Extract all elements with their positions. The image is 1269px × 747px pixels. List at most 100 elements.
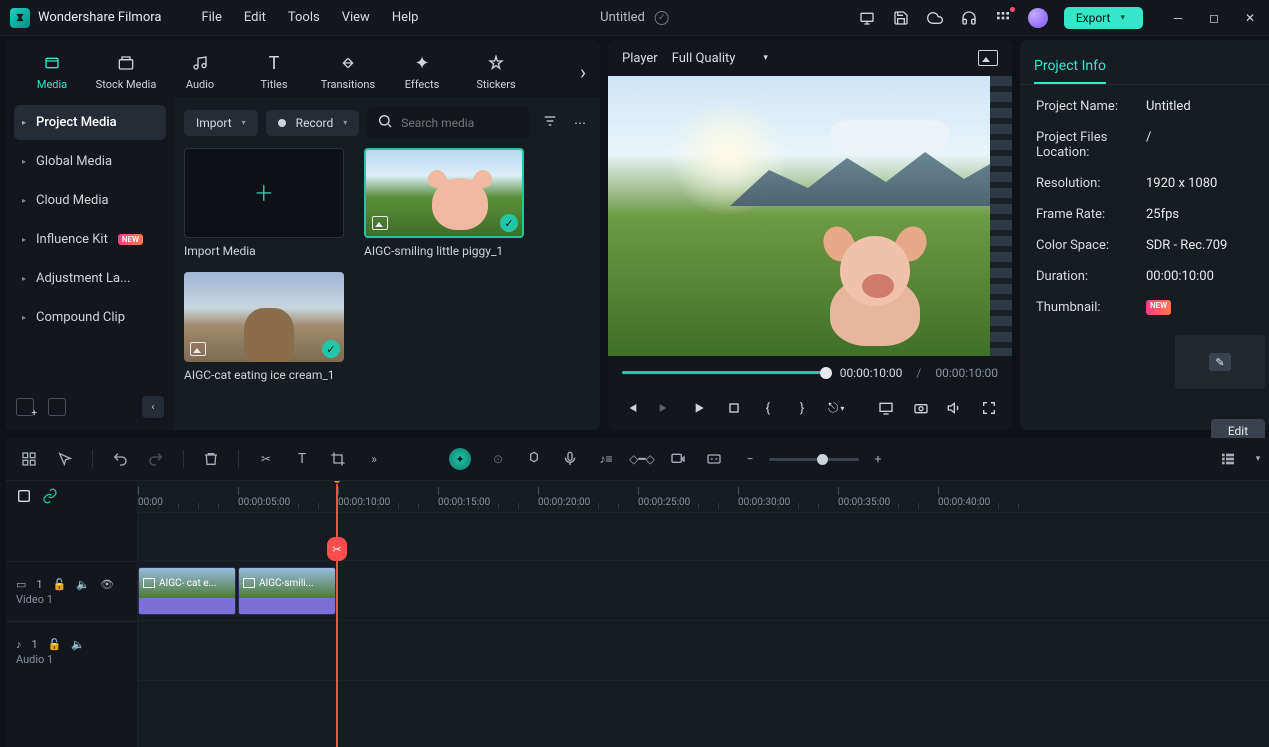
snapshot-icon[interactable] — [978, 50, 998, 66]
prev-frame-button[interactable] — [622, 398, 640, 418]
keyframe-icon[interactable]: ◇━◇ — [633, 450, 651, 468]
tab-stock-media[interactable]: Stock Media — [90, 46, 162, 97]
mark-out-button[interactable]: } — [793, 398, 811, 418]
redo-button[interactable] — [147, 450, 165, 468]
track-options-icon[interactable]: ▾ — [1249, 450, 1267, 468]
menu-edit[interactable]: Edit — [244, 10, 266, 25]
menu-view[interactable]: View — [342, 10, 370, 25]
play-button[interactable] — [690, 398, 708, 418]
audio-mix-icon[interactable]: ♪≡ — [597, 450, 615, 468]
quality-dropdown[interactable]: Full Quality ▾ — [672, 51, 768, 66]
crop-tool-icon[interactable] — [329, 450, 347, 468]
tab-transitions[interactable]: Transitions — [312, 46, 384, 97]
info-tab[interactable]: Project Info — [1034, 50, 1106, 84]
tab-stickers[interactable]: Stickers — [460, 46, 532, 97]
apps-icon[interactable] — [994, 9, 1012, 27]
marker-icon[interactable] — [525, 450, 543, 468]
delete-button[interactable] — [202, 450, 220, 468]
search-field[interactable] — [367, 107, 530, 138]
visibility-icon[interactable]: 👁 — [100, 578, 114, 591]
video-track[interactable]: AIGC- cat e... AIGC-smili... — [138, 561, 1269, 621]
tabs-scroll-right[interactable]: › — [580, 60, 586, 84]
import-media-tile[interactable]: + Import Media — [184, 148, 344, 258]
tab-media[interactable]: Media — [16, 46, 88, 97]
mute-icon[interactable]: 🔈 — [76, 578, 90, 591]
collapse-sidebar-button[interactable]: ‹ — [142, 396, 164, 418]
bin-icon[interactable] — [48, 398, 66, 416]
audio-track[interactable] — [138, 621, 1269, 681]
sync-status-icon[interactable]: ✓ — [655, 11, 669, 25]
mute-icon[interactable]: 🔈 — [71, 638, 85, 651]
thumbnail-preview[interactable]: ✎ — [1175, 335, 1265, 389]
zoom-slider[interactable] — [769, 458, 859, 461]
scrub-track[interactable] — [622, 371, 826, 375]
import-dropdown[interactable]: Import▾ — [184, 110, 258, 136]
voiceover-icon[interactable] — [561, 450, 579, 468]
export-button[interactable]: Export ▾ — [1064, 7, 1143, 29]
record-dropdown[interactable]: Record▾ — [266, 110, 360, 136]
track-view-icon[interactable] — [1219, 450, 1237, 468]
audio-track-header[interactable]: ♪ 1 🔓 🔈 Audio 1 — [6, 621, 137, 681]
step-back-button[interactable] — [656, 398, 674, 418]
menu-file[interactable]: File — [201, 10, 221, 25]
camera-icon[interactable] — [912, 398, 930, 418]
device-icon[interactable] — [858, 9, 876, 27]
record-screen-icon[interactable] — [669, 450, 687, 468]
zoom-in-button[interactable]: + — [869, 450, 887, 468]
cloud-icon[interactable] — [926, 9, 944, 27]
timeline-settings-icon[interactable] — [16, 488, 32, 507]
sidebar-item-cloud-media[interactable]: ▸Cloud Media — [14, 183, 166, 218]
filter-icon[interactable] — [538, 113, 562, 132]
media-item[interactable]: ✓ AIGC-smiling little piggy_1 — [364, 148, 524, 258]
window-close[interactable]: ✕ — [1241, 9, 1259, 27]
timeline-clip[interactable]: AIGC- cat e... — [138, 567, 236, 615]
split-tool-icon[interactable]: ✂ — [257, 450, 275, 468]
playhead-grip[interactable]: ✂ — [327, 537, 347, 561]
more-icon[interactable]: ⋯ — [570, 116, 590, 130]
lock-icon[interactable]: 🔓 — [53, 578, 67, 591]
sidebar-item-influence-kit[interactable]: ▸Influence KitNEW — [14, 222, 166, 257]
menu-help[interactable]: Help — [392, 10, 419, 25]
caption-icon[interactable] — [705, 450, 723, 468]
sidebar-item-compound-clip[interactable]: ▸Compound Clip — [14, 300, 166, 335]
sidebar-item-project-media[interactable]: ▸Project Media — [14, 105, 166, 140]
cursor-tool-icon[interactable] — [56, 450, 74, 468]
volume-icon[interactable] — [946, 398, 964, 418]
ai-tools-button[interactable]: ✦ — [449, 448, 471, 470]
tab-titles[interactable]: T Titles — [238, 46, 310, 97]
video-track-header[interactable]: ▭ 1 🔓 🔈 👁 Video 1 — [6, 561, 137, 621]
headphones-icon[interactable] — [960, 9, 978, 27]
preview-viewport[interactable] — [608, 76, 1012, 356]
undo-button[interactable] — [111, 450, 129, 468]
menu-tools[interactable]: Tools — [288, 10, 320, 25]
scrub-knob[interactable] — [820, 367, 832, 379]
mark-in-button[interactable]: { — [759, 398, 777, 418]
media-item[interactable]: ✓ AIGC-cat eating ice cream_1 — [184, 272, 344, 382]
timeline-clip[interactable]: AIGC-smili... — [238, 567, 336, 615]
user-avatar[interactable] — [1028, 8, 1048, 28]
fullscreen-icon[interactable] — [980, 398, 998, 418]
stop-button[interactable] — [725, 398, 743, 418]
save-icon[interactable] — [892, 9, 910, 27]
layout-icon[interactable] — [20, 450, 38, 468]
playhead[interactable]: ✂ — [336, 481, 338, 747]
window-maximize[interactable]: ◻ — [1205, 9, 1223, 27]
lock-icon[interactable]: 🔓 — [48, 638, 62, 651]
link-icon[interactable] — [42, 488, 58, 507]
time-ruler[interactable]: 00:0000:00:05:0000:00:10:0000:00:15:0000… — [138, 481, 1269, 513]
tab-effects[interactable]: ✦ Effects — [386, 46, 458, 97]
sidebar-item-global-media[interactable]: ▸Global Media — [14, 144, 166, 179]
playback-options[interactable]: ⎋▾ — [827, 398, 845, 418]
window-minimize[interactable]: ─ — [1169, 9, 1187, 27]
sidebar-item-adjustment-layer[interactable]: ▸Adjustment La... — [14, 261, 166, 296]
speed-icon[interactable]: ⊙ — [489, 450, 507, 468]
timeline-canvas[interactable]: 00:0000:00:05:0000:00:10:0000:00:15:0000… — [138, 481, 1269, 747]
text-tool-icon[interactable]: T — [293, 450, 311, 468]
zoom-knob[interactable] — [817, 454, 828, 465]
tab-audio[interactable]: Audio — [164, 46, 236, 97]
zoom-out-button[interactable]: − — [741, 450, 759, 468]
search-input[interactable] — [401, 116, 520, 130]
display-mode-icon[interactable] — [877, 398, 895, 418]
new-bin-icon[interactable] — [16, 398, 34, 416]
more-tools-icon[interactable]: » — [365, 450, 383, 468]
